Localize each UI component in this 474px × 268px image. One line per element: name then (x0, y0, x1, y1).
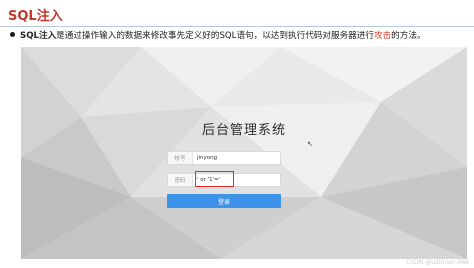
slide-title: SQL注入 (8, 9, 63, 24)
bullet-text: 是通过操作输入的数据来修改事先定义好的SQL语句，以达到执行代码对服务器进行 (56, 31, 374, 41)
title-divider (0, 26, 474, 27)
login-page-screenshot: 后台管理系统 帐号 jinyong 密码 ' or '1'=' 登录 ↖ (21, 47, 467, 259)
bullet-text-end: 的方法。 (391, 31, 426, 41)
login-button[interactable]: 登录 (167, 194, 281, 208)
bullet-term: SQL注入 (20, 31, 57, 41)
bullet-line: SQL注入是通过操作输入的数据来修改事先定义好的SQL语句，以达到执行代码对服务… (10, 29, 472, 43)
login-title: 后台管理系统 (201, 123, 286, 138)
injection-highlight-box (195, 171, 234, 187)
mouse-pointer-icon: ↖ (307, 140, 313, 148)
bullet-dot-icon (10, 32, 15, 37)
watermark: CSDN @Ustinian.488 (406, 259, 469, 266)
username-field[interactable]: 帐号 jinyong (167, 151, 281, 165)
bullet-highlight: 攻击 (373, 31, 392, 41)
password-label: 密码 (168, 174, 193, 186)
username-label: 帐号 (168, 152, 193, 164)
username-input[interactable]: jinyong (193, 155, 217, 161)
